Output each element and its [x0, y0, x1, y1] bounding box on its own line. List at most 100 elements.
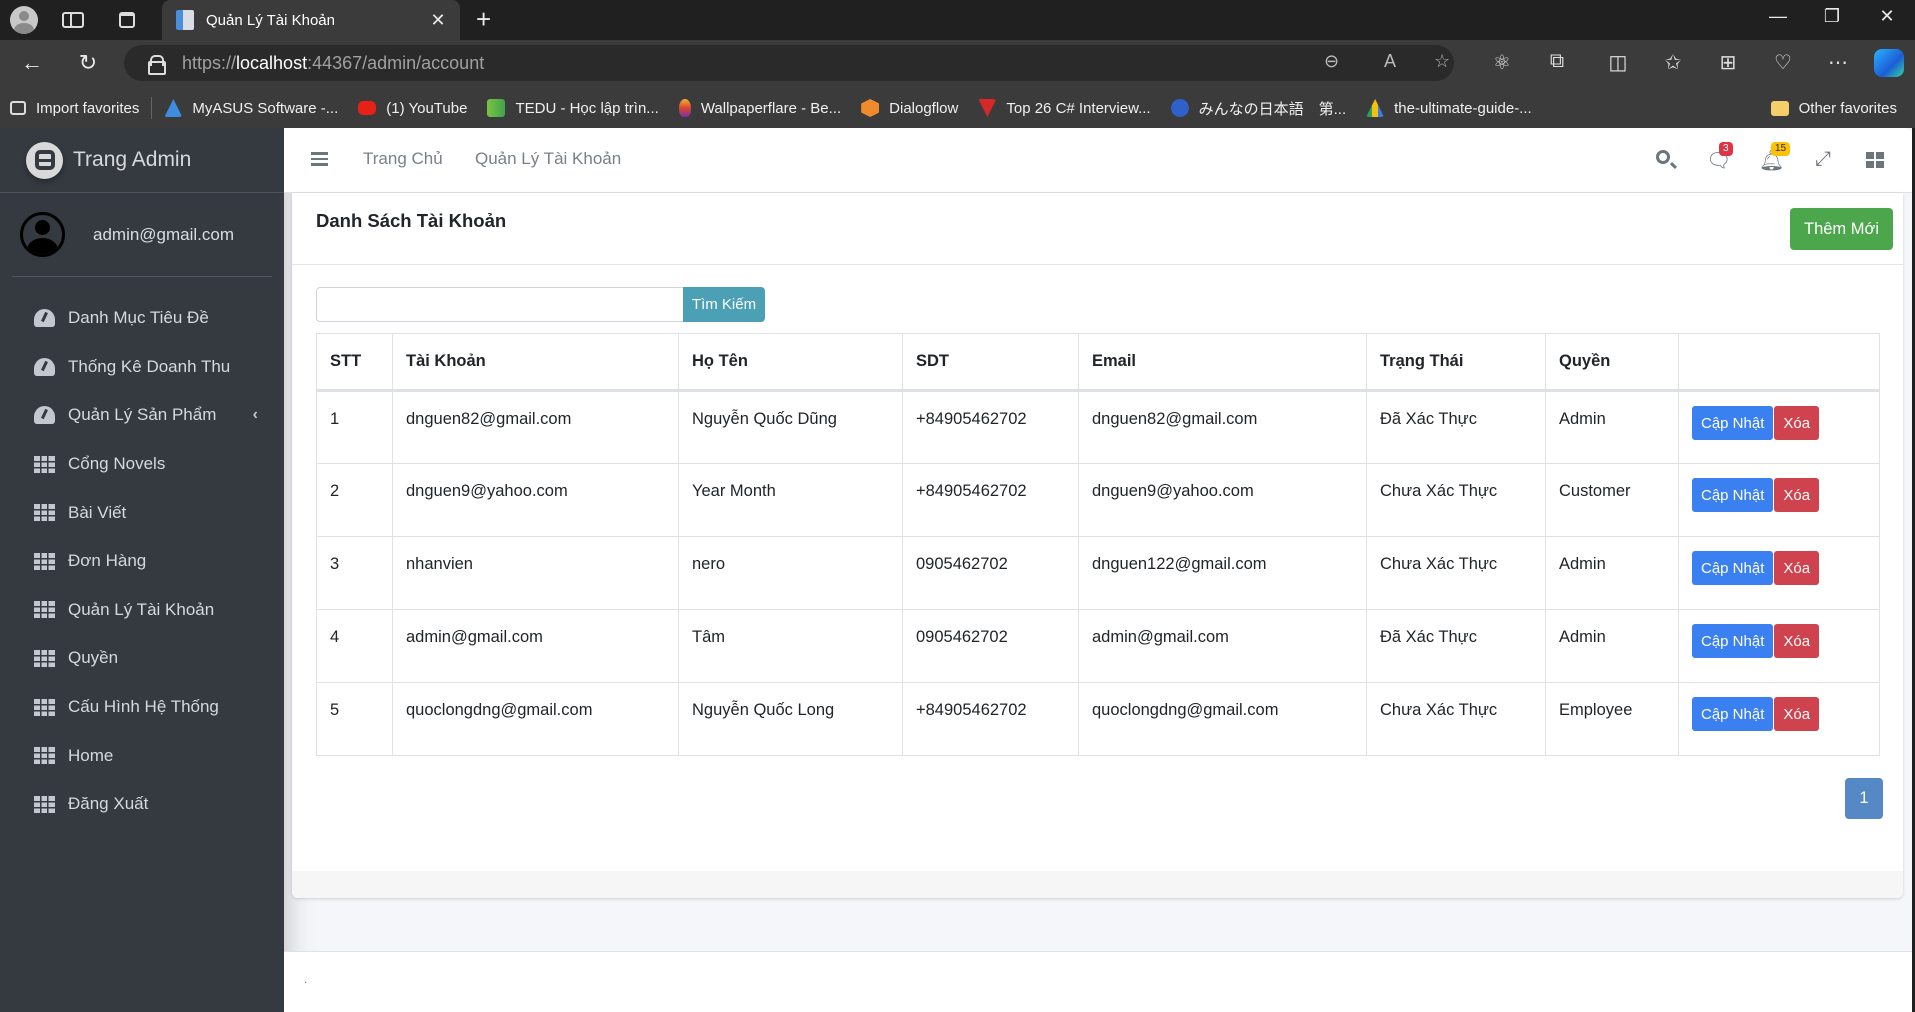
sidebar-item-label: Cổng Novels [68, 454, 166, 474]
extensions-icon[interactable]: ⧉ [1544, 50, 1570, 73]
sidebar-item-don-hang[interactable]: Đơn Hàng [0, 537, 284, 586]
url-prefix: https:// [182, 52, 237, 73]
bookmark-japanese[interactable]: みんなの日本語 第... [1161, 93, 1357, 123]
update-button[interactable]: Cập Nhật [1692, 551, 1774, 585]
favorites-icon[interactable]: ✩ [1660, 50, 1686, 75]
restore-button[interactable]: ❐ [1817, 6, 1847, 27]
search-input[interactable] [316, 287, 683, 322]
delete-button[interactable]: Xóa [1774, 478, 1820, 512]
table-row: 4 admin@gmail.com Tâm 0905462702 admin@g… [316, 609, 1880, 683]
zoom-out-icon[interactable]: ⊖ [1324, 51, 1339, 72]
nav-link-trang-chu[interactable]: Trang Chủ [363, 149, 443, 169]
folder-icon [1770, 100, 1789, 116]
card-footer [292, 871, 1903, 898]
url-text[interactable]: https://localhost:44367/admin/account [182, 53, 484, 74]
bookmark-tedu[interactable]: TEDU - Học lập trìn... [477, 93, 668, 123]
browser-tab-active[interactable]: Quản Lý Tài Khoản ✕ [162, 0, 460, 40]
sidebar-item-cong-novels[interactable]: Cổng Novels [0, 440, 284, 489]
col-tai-khoan: Tài Khoản [392, 333, 679, 392]
grid-icon [34, 552, 55, 570]
add-new-button[interactable]: Thêm Mới [1790, 208, 1893, 250]
search-submit-button[interactable]: Tìm Kiếm [683, 287, 765, 322]
update-button[interactable]: Cập Nhật [1692, 406, 1774, 440]
copilot-icon[interactable] [1874, 49, 1904, 77]
grid-icon [34, 649, 55, 667]
delete-button[interactable]: Xóa [1774, 624, 1820, 658]
bookmark-csharp[interactable]: Top 26 C# Interview... [968, 93, 1160, 123]
react-devtools-icon[interactable]: ⚛ [1489, 50, 1515, 75]
col-ho-ten: Họ Tên [678, 333, 903, 392]
bookmark-wallpaperflare[interactable]: Wallpaperflare - Be... [669, 93, 851, 123]
grid-icon [34, 455, 55, 473]
sidebar-item-quyen[interactable]: Quyền [0, 634, 284, 683]
bookmark-import-favorites[interactable]: Import favorites [0, 93, 149, 123]
footer-text: . [304, 972, 308, 986]
sidebar-item-home[interactable]: Home [0, 731, 284, 780]
tachometer-icon [34, 406, 55, 425]
workspaces-button[interactable] [62, 6, 90, 34]
cell-stt: 1 [316, 390, 393, 464]
top-navbar: Trang Chủ Quản Lý Tài Khoản 🗨 3 🔔︎ 15 ⤢ [284, 128, 1915, 193]
nav-link-quan-ly-tai-khoan[interactable]: Quản Lý Tài Khoản [475, 149, 621, 169]
browser-essentials-icon[interactable]: ♡ [1770, 50, 1796, 75]
update-button[interactable]: Cập Nhật [1692, 624, 1774, 658]
address-bar[interactable]: https://localhost:44367/admin/account ⊖ … [124, 45, 1454, 81]
brand-logo-icon [26, 141, 63, 179]
table-row: 3 nhanvien nero 0905462702 dnguen122@gma… [316, 536, 1880, 610]
bookmark-label: MyASUS Software -... [192, 99, 339, 117]
delete-button[interactable]: Xóa [1774, 406, 1820, 440]
close-window-button[interactable]: ✕ [1872, 6, 1902, 27]
sidebar-item-danh-muc-tieu-de[interactable]: Danh Mục Tiêu Đề [0, 294, 284, 343]
cell-email: admin@gmail.com [1078, 609, 1367, 683]
sidebar: Trang Admin admin@gmail.com Danh Mục Tiê… [0, 128, 284, 1012]
profile-button[interactable] [10, 6, 38, 34]
minimize-button[interactable]: — [1763, 6, 1793, 27]
split-screen-icon[interactable]: ◫ [1605, 50, 1631, 75]
sidebar-item-quan-ly-san-pham[interactable]: Quản Lý Sản Phẩm ‹ [0, 391, 284, 440]
delete-button[interactable]: Xóa [1774, 697, 1820, 731]
brand-link[interactable]: Trang Admin [0, 128, 284, 193]
messages-button[interactable]: 🗨 3 [1706, 142, 1733, 172]
sidebar-item-label: Thống Kê Doanh Thu [68, 356, 231, 376]
new-tab-button[interactable]: + [476, 4, 491, 35]
url-path: :44367/admin/account [307, 52, 485, 73]
sidebar-item-label: Cấu Hình Hệ Thống [68, 697, 219, 717]
bookmark-label: (1) YouTube [386, 99, 468, 117]
favorite-star-icon[interactable]: ☆ [1434, 51, 1450, 72]
col-email: Email [1078, 333, 1367, 392]
user-panel[interactable]: admin@gmail.com [12, 193, 272, 277]
delete-button[interactable]: Xóa [1774, 551, 1820, 585]
vertical-tabs-button[interactable] [113, 6, 141, 34]
bookmark-label: Wallpaperflare - Be... [700, 99, 842, 117]
read-aloud-icon[interactable]: A [1384, 51, 1396, 72]
card-title: Danh Sách Tài Khoản [316, 210, 507, 231]
menu-toggle-icon[interactable] [311, 152, 328, 166]
sidebar-item-dang-xuat[interactable]: Đăng Xuất [0, 780, 284, 829]
update-button[interactable]: Cập Nhật [1692, 478, 1774, 512]
refresh-button[interactable]: ↻ [74, 50, 102, 76]
bookmark-drive[interactable]: the-ultimate-guide-... [1356, 93, 1542, 123]
collections-icon[interactable]: ⊞ [1715, 50, 1741, 75]
sidebar-item-label: Bài Viết [68, 502, 127, 522]
notifications-button[interactable]: 🔔︎ 15 [1759, 142, 1791, 172]
other-favorites[interactable]: Other favorites [1761, 93, 1907, 123]
fullscreen-button[interactable]: ⤢ [1811, 148, 1835, 172]
tab-close-icon[interactable]: ✕ [426, 10, 450, 31]
cell-quyen: Employee [1545, 682, 1679, 756]
bookmark-dialogflow[interactable]: Dialogflow [851, 93, 968, 123]
cell-email: dnguen122@gmail.com [1078, 536, 1367, 610]
search-button[interactable] [1653, 148, 1677, 172]
control-sidebar-button[interactable] [1864, 148, 1888, 172]
more-menu-icon[interactable]: ⋯ [1825, 50, 1851, 75]
t-icon [978, 99, 997, 117]
bookmark-youtube[interactable]: (1) YouTube [348, 93, 477, 123]
bookmark-myasus[interactable]: MyASUS Software -... [154, 93, 348, 123]
cell-stt: 5 [316, 682, 393, 756]
sidebar-item-quan-ly-tai-khoan[interactable]: Quản Lý Tài Khoản [0, 586, 284, 635]
update-button[interactable]: Cập Nhật [1692, 697, 1774, 731]
back-button[interactable]: ← [18, 50, 46, 76]
sidebar-item-bai-viet[interactable]: Bài Viết [0, 488, 284, 537]
sidebar-item-cau-hinh-he-thong[interactable]: Cấu Hình Hệ Thống [0, 683, 284, 732]
pagination-page-1[interactable]: 1 [1845, 778, 1883, 819]
sidebar-item-thong-ke-doanh-thu[interactable]: Thống Kê Doanh Thu [0, 343, 284, 392]
